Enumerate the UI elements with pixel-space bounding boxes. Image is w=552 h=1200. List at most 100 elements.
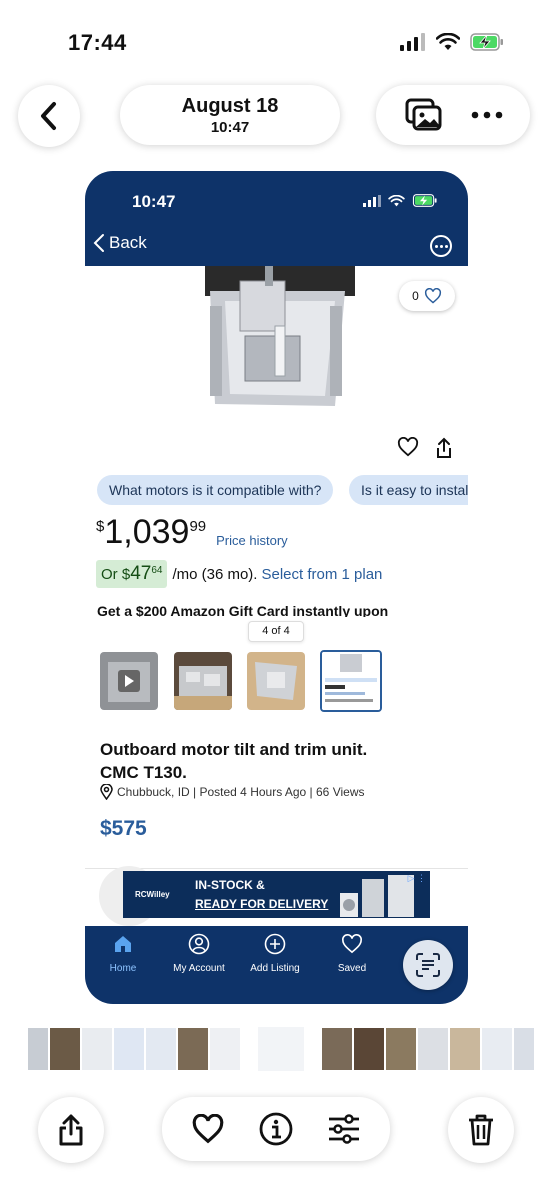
thumbnail-video[interactable] xyxy=(100,652,158,710)
photo-actions xyxy=(162,1097,390,1161)
tab-label: Add Listing xyxy=(250,963,300,974)
photos-stack-icon[interactable] xyxy=(404,97,444,133)
monthly-cents: 64 xyxy=(151,565,163,576)
adjust-sliders-icon[interactable] xyxy=(327,1114,361,1144)
ad-choices-icon[interactable]: ▷ ⋮ xyxy=(408,873,426,884)
monthly-suffix: /mo (36 mo). xyxy=(172,565,258,583)
thumbnail-image xyxy=(100,652,158,710)
back-label: Back xyxy=(109,233,147,252)
listing-price: $575 xyxy=(100,817,147,840)
photo-filmstrip xyxy=(28,1027,534,1071)
tab-label: Home xyxy=(109,963,137,974)
filmstrip-thumb[interactable] xyxy=(386,1028,416,1070)
header-actions xyxy=(376,85,530,145)
filmstrip-thumb[interactable] xyxy=(354,1028,384,1070)
monthly-prefix: Or $ xyxy=(101,566,131,583)
gift-card-text: Get a $200 Amazon Gift Card instantly up… xyxy=(97,603,389,617)
price-history-link[interactable]: Price history xyxy=(216,533,288,548)
filmstrip-thumb[interactable] xyxy=(450,1028,480,1070)
filmstrip-gap xyxy=(306,1028,320,1070)
thumbnail[interactable] xyxy=(247,652,305,710)
price-whole: 1,039 xyxy=(104,513,190,551)
select-plan-link[interactable]: Select from 1 plan xyxy=(261,566,382,583)
thumbnail-selected[interactable] xyxy=(320,650,382,712)
tab-home[interactable]: Home xyxy=(85,932,161,974)
photo-date: August 18 xyxy=(181,95,279,117)
appliances-image xyxy=(340,875,414,917)
add-circle-icon xyxy=(264,933,286,955)
question-chip[interactable]: Is it easy to install xyxy=(349,475,468,505)
tab-label: Saved xyxy=(337,963,367,974)
signal-icon xyxy=(400,33,425,51)
listing-title-line2: CMC T130. xyxy=(100,763,187,782)
like-count: 0 xyxy=(412,289,419,303)
delete-button[interactable] xyxy=(448,1097,514,1163)
product-image[interactable] xyxy=(185,266,365,406)
ad-brand: RCWilley xyxy=(135,890,170,899)
more-icon[interactable] xyxy=(471,111,503,119)
listing-location: Chubbuck, ID | Posted 4 Hours Ago | 66 V… xyxy=(117,785,365,799)
wishlist-heart-icon[interactable] xyxy=(397,437,419,457)
back-link[interactable]: Back xyxy=(93,233,147,253)
more-options-icon[interactable] xyxy=(430,235,452,257)
home-icon xyxy=(115,936,131,952)
thumbnail-image xyxy=(322,652,380,710)
filmstrip-thumb-current[interactable] xyxy=(258,1027,304,1071)
filmstrip-thumb[interactable] xyxy=(418,1028,448,1070)
chevron-left-icon xyxy=(41,102,56,130)
filmstrip-thumb[interactable] xyxy=(482,1028,512,1070)
tab-my-account[interactable]: My Account xyxy=(161,932,237,974)
like-count-button[interactable]: 0 xyxy=(399,281,455,311)
tab-add-listing[interactable]: Add Listing xyxy=(237,932,313,974)
live-text-button[interactable] xyxy=(403,940,453,990)
filmstrip-thumb[interactable] xyxy=(82,1028,112,1070)
share-icon[interactable] xyxy=(435,437,453,459)
filmstrip-thumb[interactable] xyxy=(114,1028,144,1070)
screenshot-status-icons xyxy=(363,194,438,207)
filmstrip-thumb[interactable] xyxy=(210,1028,240,1070)
listing-meta: Chubbuck, ID | Posted 4 Hours Ago | 66 V… xyxy=(100,784,364,800)
question-chip[interactable]: What motors is it compatible with? xyxy=(97,475,334,505)
monthly-whole: 47 xyxy=(130,563,152,584)
screenshot-status-time: 10:47 xyxy=(132,192,176,211)
filmstrip-thumb[interactable] xyxy=(178,1028,208,1070)
tab-saved[interactable]: Saved xyxy=(314,932,390,974)
back-button[interactable] xyxy=(18,85,80,147)
trash-icon xyxy=(469,1114,493,1146)
listing-title: Outboard motor tilt and trim unit. CMC T… xyxy=(100,738,367,784)
tab-label: My Account xyxy=(173,963,225,974)
tab-bar: Home My Account Add Listing Saved xyxy=(85,926,468,1004)
filmstrip-thumb[interactable] xyxy=(322,1028,352,1070)
listing-title-line1: Outboard motor tilt and trim unit. xyxy=(100,740,368,759)
battery-charging-icon xyxy=(412,194,437,207)
heart-outline-icon xyxy=(342,934,362,954)
filmstrip-thumb[interactable] xyxy=(146,1028,176,1070)
info-icon[interactable] xyxy=(259,1112,293,1146)
thumbnail[interactable] xyxy=(174,652,232,710)
question-chips: What motors is it compatible with? Is it… xyxy=(97,475,468,507)
image-counter: 4 of 4 xyxy=(248,621,304,642)
thumbnail-image xyxy=(174,652,232,710)
filmstrip-thumb[interactable] xyxy=(50,1028,80,1070)
share-button[interactable] xyxy=(38,1097,104,1163)
filmstrip-thumb[interactable] xyxy=(514,1028,534,1070)
filmstrip-thumb[interactable] xyxy=(28,1028,48,1070)
ad-banner[interactable]: RCWilley IN-STOCK & READY FOR DELIVERY ▷… xyxy=(123,871,430,918)
signal-icon xyxy=(363,194,381,207)
status-icons xyxy=(400,33,504,51)
battery-charging-icon xyxy=(470,33,503,51)
filmstrip-gap xyxy=(242,1028,256,1070)
heart-outline-icon xyxy=(424,288,441,304)
price-currency: $ xyxy=(96,518,105,535)
thumbnail-image xyxy=(247,652,305,710)
share-icon xyxy=(59,1114,83,1146)
monthly-payment: Or $4764 /mo (36 mo). Select from 1 plan xyxy=(96,560,382,588)
app-header: 10:47 Back xyxy=(85,171,468,266)
photo-time: 10:47 xyxy=(210,119,250,136)
favorite-heart-icon[interactable] xyxy=(191,1114,225,1144)
ad-line1: IN-STOCK & xyxy=(195,878,265,892)
ad-line2: READY FOR DELIVERY xyxy=(195,897,329,911)
monthly-badge: Or $4764 xyxy=(96,560,168,588)
amazon-price: $ 1,039 99 Price history xyxy=(96,513,288,552)
status-time: 17:44 xyxy=(68,30,127,55)
